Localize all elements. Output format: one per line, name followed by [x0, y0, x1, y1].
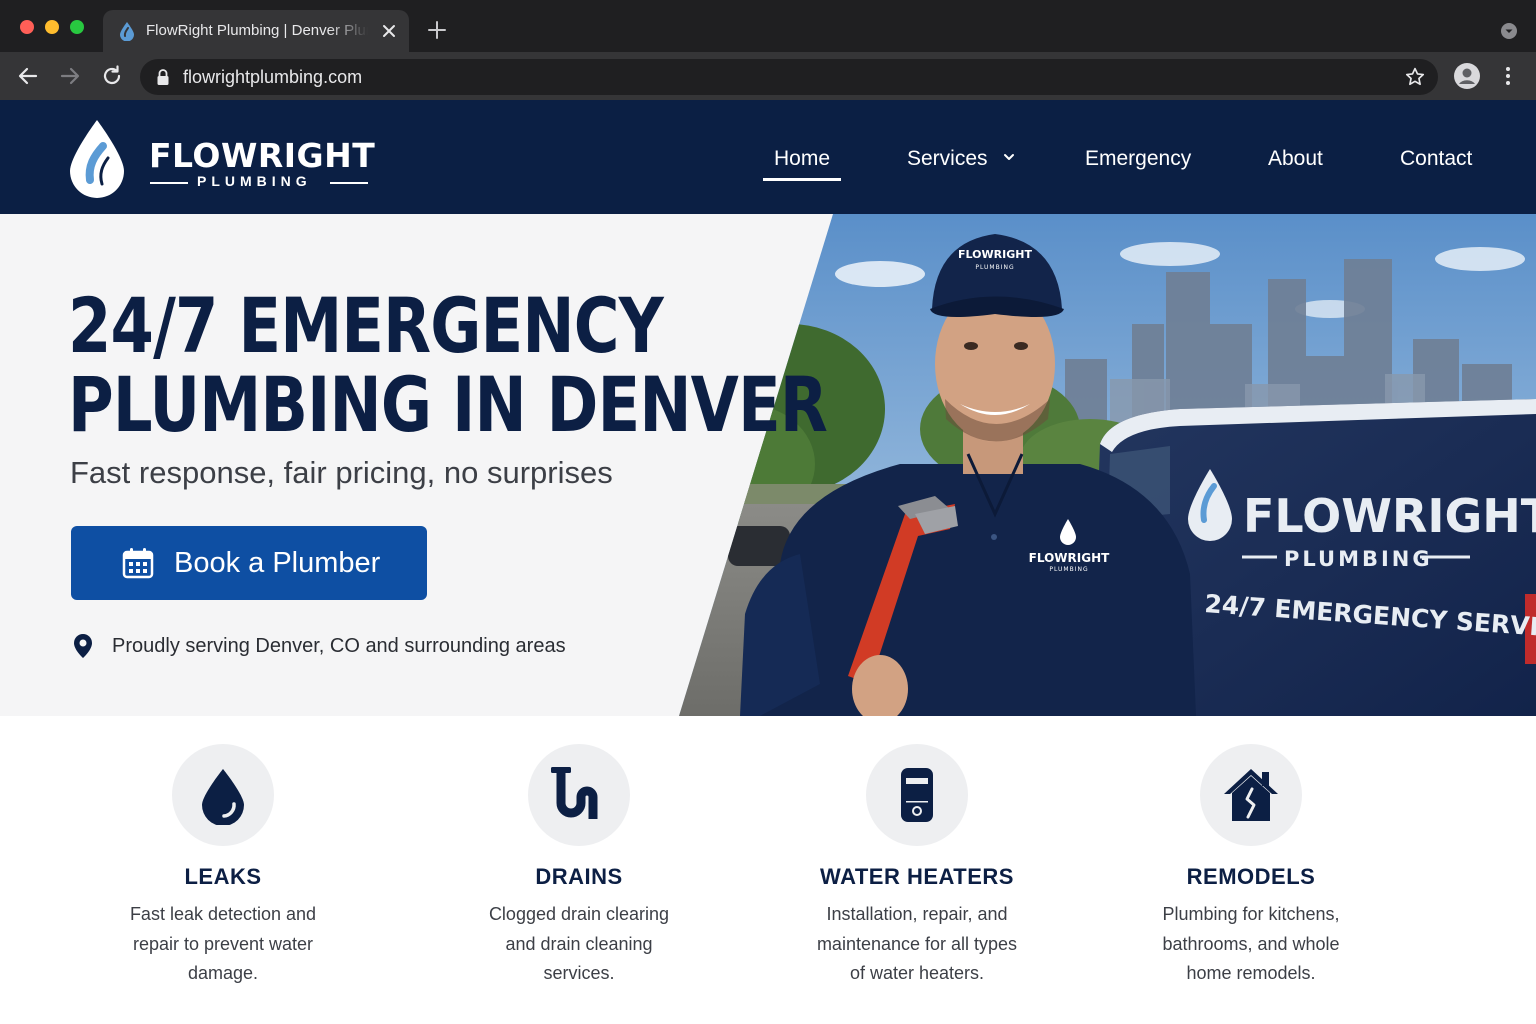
nav-contact[interactable]: Contact — [1400, 146, 1472, 172]
reload-icon[interactable] — [100, 64, 124, 88]
maximize-window-button[interactable] — [70, 20, 84, 34]
nav-active-indicator — [763, 178, 841, 181]
hero-section: FLOWRIGHT PLUMBING 24/7 EMERGENCY SERVIC… — [0, 214, 1536, 716]
bookmark-star-icon[interactable] — [1404, 66, 1426, 88]
service-description-line: repair to prevent water — [132, 933, 314, 954]
service-card-remodels[interactable]: REMODELS Plumbing for kitchens, bathroom… — [1081, 716, 1421, 1024]
service-description-line: home remodels. — [1186, 963, 1316, 983]
chevron-down-icon — [1004, 154, 1015, 160]
cap-tagline-text: PLUMBING — [975, 264, 1014, 271]
hero-title-line-1: 24/7 EMERGENCY — [68, 281, 664, 370]
service-title: REMODELS — [1186, 864, 1316, 889]
hero-subtitle: Fast response, fair pricing, no surprise… — [70, 455, 613, 490]
water-drop-icon — [202, 769, 244, 825]
forward-arrow-icon[interactable] — [58, 64, 82, 88]
browser-tab-active[interactable]: FlowRight Plumbing | Denver Plumbers — [103, 10, 409, 52]
shirt-logo-text: FLOWRIGHT — [1029, 551, 1110, 565]
service-icon-circle — [1200, 744, 1302, 846]
van-tagline-text: PLUMBING — [1284, 547, 1433, 571]
service-card-leaks[interactable]: LEAKS Fast leak detection and repair to … — [53, 716, 393, 1024]
service-icon-circle — [866, 744, 968, 846]
service-area-text: Proudly serving Denver, CO and surroundi… — [112, 635, 566, 657]
service-card-drains[interactable]: DRAINS Clogged drain clearing and drain … — [409, 716, 749, 1024]
calendar-icon — [122, 548, 154, 579]
house-icon — [1224, 769, 1278, 821]
site-header: FLOWRIGHT PLUMBING Home Services Emergen… — [0, 100, 1536, 214]
service-description-line: services. — [543, 963, 615, 983]
address-bar[interactable]: flowrightplumbing.com — [140, 59, 1438, 95]
service-description-line: of water heaters. — [849, 963, 985, 983]
nav-emergency[interactable]: Emergency — [1085, 146, 1191, 172]
new-tab-icon[interactable] — [426, 19, 448, 41]
hero-title: 24/7 EMERGENCY PLUMBING IN DENVER — [68, 281, 828, 449]
water-heater-icon — [901, 768, 933, 822]
service-description-line: Plumbing for kitchens, — [1162, 904, 1340, 924]
service-description: Clogged drain clearing and drain cleanin… — [409, 900, 749, 989]
back-arrow-icon[interactable] — [16, 64, 40, 88]
browser-menu-icon[interactable] — [1498, 64, 1518, 88]
service-description: Fast leak detection and repair to preven… — [53, 900, 393, 989]
tab-search-chevron-icon[interactable] — [1499, 21, 1519, 41]
drain-pipe-icon — [551, 767, 598, 819]
logo-tagline: PLUMBING — [150, 173, 370, 191]
browser-toolbar: flowrightplumbing.com — [0, 52, 1536, 100]
tab-title: FlowRight Plumbing | Denver Plumbers — [146, 22, 368, 39]
water-drop-favicon-icon — [120, 22, 134, 41]
service-title: LEAKS — [184, 864, 262, 889]
shirt-tagline-text: PLUMBING — [1049, 566, 1088, 573]
service-description: Plumbing for kitchens, bathrooms, and wh… — [1081, 900, 1421, 989]
logo-tagline-text: PLUMBING — [197, 173, 312, 189]
service-icon-circle — [172, 744, 274, 846]
service-description-line: maintenance for all types — [816, 933, 1018, 954]
services-section: LEAKS Fast leak detection and repair to … — [0, 716, 1536, 1024]
service-title: DRAINS — [535, 864, 623, 889]
url-text: flowrightplumbing.com — [183, 67, 363, 87]
hero-title-line-2: PLUMBING IN DENVER — [68, 360, 828, 449]
nav-about[interactable]: About — [1268, 146, 1323, 172]
service-description-line: bathrooms, and whole — [1162, 933, 1340, 954]
profile-avatar-icon[interactable] — [1453, 62, 1481, 90]
service-description-line: and drain cleaning — [505, 933, 653, 954]
browser-tab-bar: FlowRight Plumbing | Denver Plumbers — [0, 0, 1536, 52]
minimize-window-button[interactable] — [45, 20, 59, 34]
nav-services[interactable]: Services — [907, 146, 1015, 172]
close-window-button[interactable] — [20, 20, 34, 34]
service-description-line: Clogged drain clearing — [488, 904, 670, 924]
service-card-water-heaters[interactable]: WATER HEATERS Installation, repair, and … — [747, 716, 1087, 1024]
cap-logo-text: FLOWRIGHT — [958, 248, 1032, 261]
service-description-line: Installation, repair, and — [826, 904, 1008, 924]
van-logo-text: FLOWRIGHT — [1243, 489, 1536, 543]
logo-wordmark[interactable]: FLOWRIGHT — [149, 136, 375, 176]
lock-icon — [157, 69, 169, 85]
service-title: WATER HEATERS — [820, 864, 1014, 889]
service-icon-circle — [528, 744, 630, 846]
book-plumber-label: Book a Plumber — [174, 547, 381, 579]
book-plumber-button[interactable]: Book a Plumber — [71, 526, 427, 600]
nav-home[interactable]: Home — [774, 146, 830, 172]
service-description: Installation, repair, and maintenance fo… — [747, 900, 1087, 989]
service-description-line: damage. — [187, 963, 259, 983]
nav-services-label: Services — [907, 147, 988, 170]
close-tab-icon[interactable] — [379, 21, 399, 41]
service-description-line: Fast leak detection and — [129, 904, 317, 924]
location-pin-icon — [74, 634, 92, 658]
flowright-logo-drop-icon[interactable] — [66, 118, 128, 200]
